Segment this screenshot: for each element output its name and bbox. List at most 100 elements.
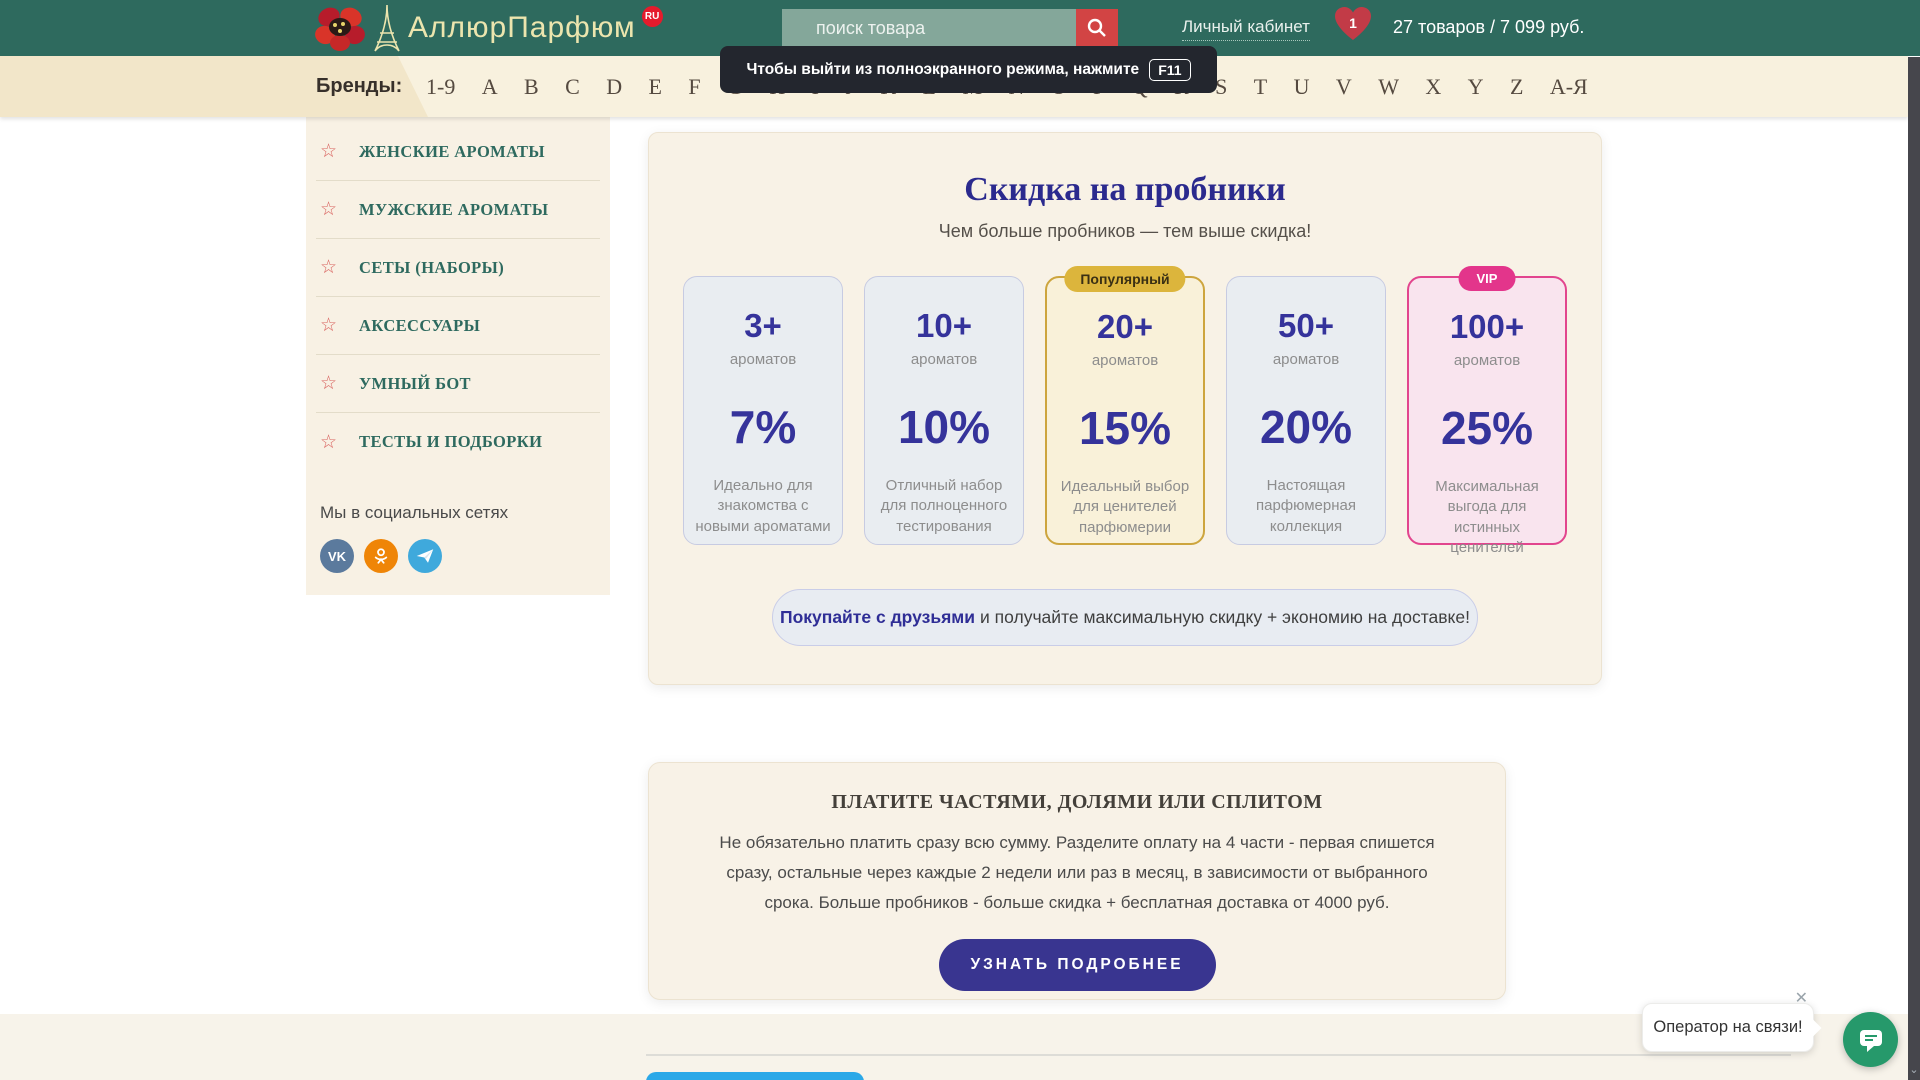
bottom-blue-button-peek[interactable] xyxy=(646,1072,864,1080)
sidebar-item-label: АКСЕССУАРЫ xyxy=(359,316,480,336)
sidebar-item[interactable]: ☆ МУЖСКИЕ АРОМАТЫ xyxy=(316,181,600,239)
brand-letter[interactable]: C xyxy=(565,74,580,100)
brand-letter[interactable]: F xyxy=(688,74,700,100)
tier-unit-label: ароматов xyxy=(865,351,1023,368)
tier-quantity: 3+ xyxy=(684,309,842,342)
brand-letter[interactable]: E xyxy=(649,74,662,100)
installment-card: ПЛАТИТЕ ЧАСТЯМИ, ДОЛЯМИ ИЛИ СПЛИТОМ Не о… xyxy=(648,762,1506,1000)
favorites-count-badge: 1 xyxy=(1334,15,1372,31)
sidebar: ☆ ЖЕНСКИЕ АРОМАТЫ ☆ МУЖСКИЕ АРОМАТЫ ☆ СЕ… xyxy=(306,117,610,595)
brand-letter[interactable]: T xyxy=(1254,74,1267,100)
tier-card-20plus-popular: Популярный 20+ ароматов 15% Идеальный вы… xyxy=(1045,276,1205,545)
tier-quantity: 20+ xyxy=(1047,310,1203,343)
sidebar-item[interactable]: ☆ ТЕСТЫ И ПОДБОРКИ xyxy=(316,413,600,471)
tier-discount: 20% xyxy=(1227,404,1385,450)
friends-note: Покупайте с друзьями и получайте максима… xyxy=(772,589,1478,646)
star-icon: ☆ xyxy=(320,256,337,279)
brand-letter[interactable]: V xyxy=(1336,74,1352,100)
installment-body: Не обязательно платить сразу всю сумму. … xyxy=(705,828,1450,917)
tier-unit-label: ароматов xyxy=(1047,352,1203,369)
promo-subtitle: Чем больше пробников — тем выше скидка! xyxy=(649,221,1601,242)
vip-badge: VIP xyxy=(1459,266,1516,291)
odnoklassniki-icon[interactable] xyxy=(364,539,398,573)
brand-letter[interactable]: B xyxy=(524,74,539,100)
sidebar-item[interactable]: ☆ ЖЕНСКИЕ АРОМАТЫ xyxy=(316,123,600,181)
brand-letter[interactable]: X xyxy=(1425,74,1441,100)
chat-icon xyxy=(1857,1027,1885,1053)
ru-badge: RU xyxy=(642,6,663,27)
star-icon: ☆ xyxy=(320,140,337,163)
tier-quantity: 10+ xyxy=(865,309,1023,342)
brands-label: Бренды: xyxy=(316,56,402,117)
tier-discount: 25% xyxy=(1409,405,1565,451)
f11-key-badge: F11 xyxy=(1149,59,1190,81)
brand-letter[interactable]: 1-9 xyxy=(426,74,455,100)
brand-letter[interactable]: D xyxy=(606,74,622,100)
popular-badge: Популярный xyxy=(1064,266,1185,292)
sidebar-menu: ☆ ЖЕНСКИЕ АРОМАТЫ ☆ МУЖСКИЕ АРОМАТЫ ☆ СЕ… xyxy=(306,123,610,471)
learn-more-button[interactable]: УЗНАТЬ ПОДРОБНЕЕ xyxy=(939,939,1216,991)
sidebar-item[interactable]: ☆ СЕТЫ (НАБОРЫ) xyxy=(316,239,600,297)
vk-icon[interactable]: VK xyxy=(320,539,354,573)
logo[interactable]: АллюрПарфюм RU xyxy=(314,3,663,53)
search-input[interactable] xyxy=(782,9,1076,47)
favorites-button[interactable]: 1 xyxy=(1334,6,1372,46)
brand-letter[interactable]: W xyxy=(1378,74,1399,100)
close-icon[interactable]: ✕ xyxy=(1795,988,1808,1008)
friends-note-text: и получайте максимальную скидку + эконом… xyxy=(980,607,1470,628)
brand-letter[interactable]: A xyxy=(482,74,498,100)
flower-icon xyxy=(314,3,366,53)
search-icon xyxy=(1086,17,1108,39)
installment-title: ПЛАТИТЕ ЧАСТЯМИ, ДОЛЯМИ ИЛИ СПЛИТОМ xyxy=(649,791,1505,814)
sidebar-item-label: МУЖСКИЕ АРОМАТЫ xyxy=(359,200,548,220)
sidebar-item[interactable]: ☆ УМНЫЙ БОТ xyxy=(316,355,600,413)
sidebar-item-label: ТЕСТЫ И ПОДБОРКИ xyxy=(359,432,542,452)
chat-popup: ✕ Оператор на связи! xyxy=(1642,1003,1814,1052)
chat-button[interactable] xyxy=(1843,1012,1898,1067)
tier-unit-label: ароматов xyxy=(1409,352,1565,369)
search-button[interactable] xyxy=(1076,9,1118,47)
scroll-down-arrow[interactable]: ⌄ xyxy=(1908,1063,1920,1076)
chat-message: Оператор на связи! xyxy=(1643,1018,1813,1037)
fullscreen-exit-notice: Чтобы выйти из полноэкранного режима, на… xyxy=(720,46,1217,93)
star-icon: ☆ xyxy=(320,314,337,337)
sidebar-item-label: УМНЫЙ БОТ xyxy=(359,374,471,394)
sidebar-item[interactable]: ☆ АКСЕССУАРЫ xyxy=(316,297,600,355)
next-section-peek xyxy=(0,1014,1908,1080)
buy-with-friends-link[interactable]: Покупайте с друзьями xyxy=(780,607,975,628)
brand-letter[interactable]: А-Я xyxy=(1550,74,1588,100)
tier-unit-label: ароматов xyxy=(1227,351,1385,368)
cart-summary[interactable]: 27 товаров / 7 099 руб. xyxy=(1393,17,1584,38)
tier-card-10plus: 10+ ароматов 10% Отличный набор для полн… xyxy=(864,276,1024,545)
account-link[interactable]: Личный кабинет xyxy=(1182,17,1310,41)
promo-title: Скидка на пробники xyxy=(649,171,1601,209)
sidebar-item-label: СЕТЫ (НАБОРЫ) xyxy=(359,258,504,278)
eiffel-tower-icon xyxy=(372,3,402,53)
tier-card-50plus: 50+ ароматов 20% Настоящая парфюмерная к… xyxy=(1226,276,1386,545)
tier-discount: 10% xyxy=(865,404,1023,450)
discount-tiers: 3+ ароматов 7% Идеально для знакомства с… xyxy=(649,276,1601,545)
search-form xyxy=(782,9,1118,47)
tier-description: Идеальный выбор для ценителей парфюмерии xyxy=(1058,477,1192,538)
tier-description: Максимальная выгода для истинных ценител… xyxy=(1420,477,1554,558)
scrollbar[interactable]: ⌄ xyxy=(1908,57,1920,1080)
telegram-icon[interactable] xyxy=(408,539,442,573)
tier-quantity: 50+ xyxy=(1227,309,1385,342)
tier-description: Идеально для знакомства с новыми аромата… xyxy=(695,476,831,537)
brand-letter[interactable]: Y xyxy=(1468,74,1484,100)
fullscreen-exit-text: Чтобы выйти из полноэкранного режима, на… xyxy=(746,61,1139,79)
samples-discount-card: Скидка на пробники Чем больше пробников … xyxy=(648,132,1602,685)
section-divider xyxy=(646,1054,1791,1056)
brand-letter[interactable]: Z xyxy=(1510,74,1523,100)
star-icon: ☆ xyxy=(320,372,337,395)
star-icon: ☆ xyxy=(320,431,337,454)
social-links: VK xyxy=(320,539,610,573)
tier-unit-label: ароматов xyxy=(684,351,842,368)
brand-name: АллюрПарфюм xyxy=(408,3,636,53)
social-title: Мы в социальных сетях xyxy=(320,503,610,523)
tier-card-3plus: 3+ ароматов 7% Идеально для знакомства с… xyxy=(683,276,843,545)
page: АллюрПарфюм RU Личный кабинет 1 27 товар… xyxy=(0,0,1920,1080)
brand-letter[interactable]: U xyxy=(1294,74,1310,100)
tier-discount: 15% xyxy=(1047,405,1203,451)
tier-description: Настоящая парфюмерная коллекция xyxy=(1238,476,1374,537)
